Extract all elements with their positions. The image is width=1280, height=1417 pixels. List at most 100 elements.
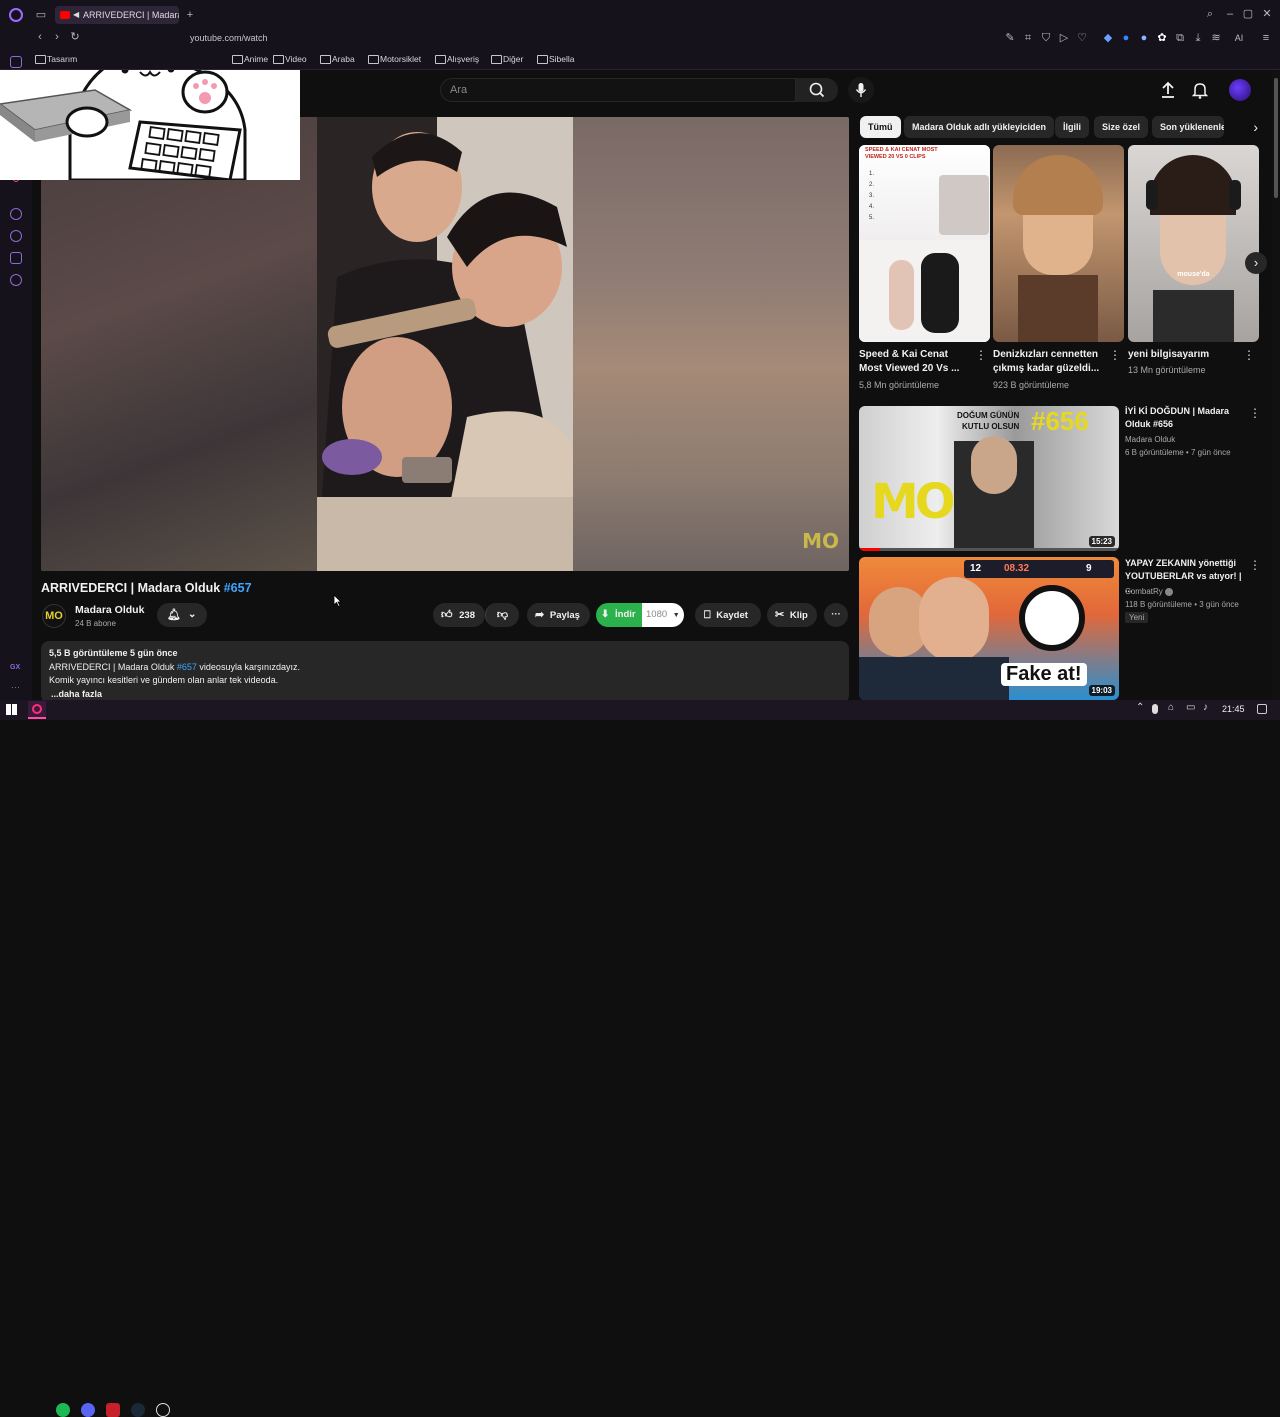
short-options-icon[interactable]: ⋮ [1109,349,1121,361]
layers-icon[interactable]: ≋ [1209,32,1223,44]
bookmark-folder[interactable]: Anime [232,53,268,65]
description-hashtag-link[interactable]: #657 [177,662,197,672]
notifications-icon[interactable] [1192,81,1208,99]
show-more-link[interactable]: ...daha fazla [49,688,841,702]
taskbar-discord-icon[interactable] [81,1403,95,1417]
more-actions-button[interactable]: ··· [824,603,848,627]
play-icon[interactable]: ▷ [1057,32,1071,44]
bookmark-folder[interactable]: Tasarım [35,53,77,65]
menu-icon[interactable]: ≡ [1259,32,1273,44]
description-box[interactable]: 5,5 B görüntüleme 5 gün önce ARRIVEDERCI… [41,641,849,703]
clip-button[interactable]: ✂ Klip [767,603,817,627]
short-options-icon[interactable]: ⋮ [1243,349,1255,361]
bookmark-folder[interactable]: Sibella [537,53,575,65]
short-title[interactable]: yeni bilgisayarım [1128,348,1238,362]
video-channel[interactable]: CombatRy [1125,586,1174,597]
like-button[interactable]: 👍︎ 238 [433,603,485,627]
video-player[interactable]: MO [41,117,849,571]
tray-network-icon[interactable]: ▭ [1186,702,1195,713]
page-scrollbar[interactable] [1272,70,1280,700]
audio-playing-icon[interactable]: ◀ [73,6,79,24]
taskbar-news-icon[interactable] [106,1403,120,1417]
ai-icon[interactable]: AI [1228,32,1250,44]
back-icon[interactable]: ‹ [33,31,47,43]
video-hashtag-link[interactable]: #657 [224,581,252,595]
extension-c-icon[interactable]: ● [1137,32,1151,44]
sidebar-extensions-icon[interactable] [10,252,22,264]
tray-chevron-icon[interactable]: ⌃ [1136,702,1144,713]
tray-volume-icon[interactable]: ♪ [1203,702,1208,713]
maximize-icon[interactable]: ▢ [1241,8,1255,20]
short-thumbnail[interactable]: SPEED & KAI CENAT MOST VIEWED 20 VS 0 CL… [859,145,990,342]
reload-icon[interactable]: ↻ [68,31,82,43]
tray-mic-icon[interactable] [1152,704,1158,714]
channel-name[interactable]: Madara Olduk [75,604,144,616]
short-options-icon[interactable]: ⋮ [975,349,987,361]
video-channel[interactable]: Madara Olduk [1125,434,1175,445]
tray-usb-icon[interactable]: ⌂ [1168,702,1174,713]
short-thumbnail[interactable] [993,145,1124,342]
sidebar-player-icon[interactable] [10,208,22,220]
account-avatar[interactable] [1229,79,1251,101]
download-icon[interactable]: ⤓ [1191,32,1205,44]
search-tabs-icon[interactable]: ⌕ [1203,8,1217,20]
chip-from-uploader[interactable]: Madara Olduk adlı yükleyiciden [904,116,1055,138]
channel-avatar[interactable]: MO [42,604,66,628]
windows-start-icon[interactable] [6,704,17,715]
chip-for-you[interactable]: Size özel [1094,116,1149,138]
bookmark-folder[interactable]: Alışveriş [435,53,479,65]
video-thumbnail[interactable]: 12 08.32 9 Fake at! 19:03 [859,557,1119,700]
upload-icon[interactable] [1160,81,1176,99]
forward-icon[interactable]: › [50,31,64,43]
video-options-icon[interactable]: ⋮ [1249,407,1261,419]
video-title-link[interactable]: İYİ Kİ DOĞDUN | Madara Olduk #656 [1125,405,1243,431]
shield-icon[interactable]: ⛉ [1039,32,1053,44]
bookmark-folder[interactable]: Araba [320,53,355,65]
video-options-icon[interactable]: ⋮ [1249,559,1261,571]
sidebar-ai-icon[interactable] [10,56,22,68]
short-title[interactable]: Denizkızları cennetten çıkmış kadar güze… [993,348,1103,376]
taskbar-unity-icon[interactable] [156,1403,170,1417]
save-button[interactable]: ⎕ Kaydet [695,603,761,627]
clock[interactable]: 21:45 [1222,704,1245,714]
short-title[interactable]: Speed & Kai Cenat Most Viewed 20 Vs ... [859,348,969,376]
extension-d-icon[interactable]: ✿ [1155,32,1169,44]
extension-b-icon[interactable]: ● [1119,32,1133,44]
search-input[interactable]: Ara [440,78,796,102]
taskbar-opera-icon[interactable] [28,701,46,719]
minimize-icon[interactable]: – [1223,8,1237,20]
subscription-bell-button[interactable]: 🔔︎ ⌄ [157,603,207,627]
heart-icon[interactable]: ♡ [1075,32,1089,44]
browser-logo-icon[interactable] [9,8,23,22]
crop-icon[interactable]: ⌗ [1021,32,1035,44]
bookmark-folder[interactable]: Video [273,53,307,65]
bookmark-folder[interactable]: Motorsiklet [368,53,421,65]
sidebar-more-icon[interactable]: ··· [11,682,20,692]
video-thumbnail[interactable]: MO DOĞUM GÜNÜN KUTLU OLSUN #656 15:23 [859,406,1119,551]
close-icon[interactable]: ✕ [1260,8,1274,20]
snapshot-icon[interactable]: ✎ [1003,32,1017,44]
extensions-icon[interactable]: ⧉ [1173,32,1187,44]
voice-search-button[interactable] [848,77,874,103]
short-thumbnail[interactable]: mouse'da [1128,145,1259,342]
chip-all[interactable]: Tümü [860,116,901,138]
chip-recent[interactable]: Son yüklenenle [1152,116,1224,138]
url-field[interactable]: youtube.com/watch [90,30,990,46]
sidebar-settings-icon[interactable] [10,274,22,286]
shorts-next-button[interactable]: › [1245,252,1267,274]
scrollbar-thumb[interactable] [1274,78,1278,198]
sidebar-gx-icon[interactable]: GX [10,664,20,671]
active-tab[interactable]: ◀ ARRIVEDERCI | Madara [55,6,179,24]
sidebar-history-icon[interactable] [10,230,22,242]
taskbar-steam-icon[interactable] [131,1403,145,1417]
extension-a-icon[interactable]: ◆ [1101,32,1115,44]
chip-related[interactable]: İlgili [1055,116,1089,138]
share-button[interactable]: ➦ Paylaş [527,603,590,627]
new-tab-icon[interactable]: + [183,9,197,21]
search-button[interactable] [796,78,838,102]
quality-select[interactable]: 1080 ▼ [642,603,684,627]
dislike-button[interactable]: 👎︎ [485,603,519,627]
download-button[interactable]: ⬇ İndir [596,603,642,627]
chips-next-button[interactable]: › [1228,116,1258,138]
notifications-tray-icon[interactable] [1257,704,1267,714]
